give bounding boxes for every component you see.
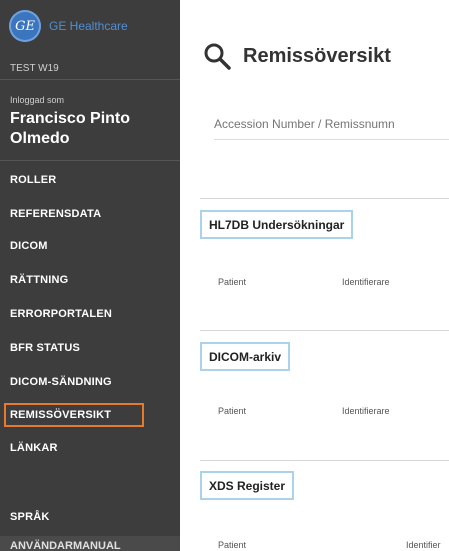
user-name: Francisco Pinto Olmedo bbox=[10, 110, 131, 147]
ge-logo-icon: GE bbox=[9, 10, 41, 42]
section-divider bbox=[200, 460, 449, 461]
sidebar-item-lankar[interactable]: LÄNKAR bbox=[0, 436, 180, 460]
sidebar-item-dicom[interactable]: DICOM bbox=[0, 234, 180, 258]
environment-label: TEST W19 bbox=[10, 63, 59, 74]
page-header: Remissöversikt bbox=[203, 36, 391, 76]
sidebar-item-referensdata[interactable]: REFERENSDATA bbox=[0, 202, 180, 226]
page-title: Remissöversikt bbox=[243, 44, 391, 67]
section-title-xds-register: XDS Register bbox=[200, 471, 295, 500]
sidebar-item-roller[interactable]: ROLLER bbox=[0, 168, 180, 192]
column-header-patient[interactable]: Patient bbox=[218, 540, 246, 550]
sidebar-item-bfr-status[interactable]: BFR STATUS bbox=[0, 336, 180, 360]
section-divider bbox=[200, 198, 449, 199]
sidebar: GE GE Healthcare TEST W19 Inloggad som F… bbox=[0, 0, 180, 551]
sidebar-item-sprak[interactable]: SPRÅK bbox=[0, 505, 180, 529]
column-header-patient[interactable]: Patient bbox=[218, 277, 246, 287]
sidebar-item-remissoversikt[interactable]: REMISSÖVERSIKT bbox=[4, 403, 144, 427]
sidebar-item-anvandarmanual[interactable]: ANVÄNDARMANUAL bbox=[0, 536, 180, 551]
sidebar-divider bbox=[0, 160, 180, 161]
section-title-hl7db: HL7DB Undersökningar bbox=[200, 210, 354, 239]
sidebar-item-dicom-sandning[interactable]: DICOM-SÄNDNING bbox=[0, 370, 180, 394]
column-header-identifier[interactable]: Identifier bbox=[406, 540, 441, 550]
app-root: GE GE Healthcare TEST W19 Inloggad som F… bbox=[0, 0, 449, 551]
section-divider bbox=[200, 330, 449, 331]
search-underline bbox=[214, 139, 449, 140]
sidebar-divider bbox=[0, 79, 180, 80]
column-header-identifierare[interactable]: Identifierare bbox=[342, 277, 390, 287]
search-icon bbox=[204, 43, 231, 70]
sidebar-item-rattning[interactable]: RÄTTNING bbox=[0, 268, 180, 292]
column-header-patient[interactable]: Patient bbox=[218, 406, 246, 416]
accession-search-input[interactable] bbox=[214, 112, 449, 136]
logged-in-label: Inloggad som bbox=[10, 95, 65, 105]
sidebar-item-label: ANVÄNDARMANUAL bbox=[10, 540, 121, 551]
brand-name: GE Healthcare bbox=[49, 19, 128, 33]
logo-text: GE bbox=[15, 18, 35, 34]
sidebar-item-errorportalen[interactable]: ERRORPORTALEN bbox=[0, 302, 180, 326]
column-header-identifierare[interactable]: Identifierare bbox=[342, 406, 390, 416]
section-title-dicom-arkiv: DICOM-arkiv bbox=[200, 342, 291, 371]
brand[interactable]: GE GE Healthcare bbox=[9, 10, 128, 42]
main-content: Remissöversikt HL7DB Undersökningar Pati… bbox=[180, 0, 449, 551]
